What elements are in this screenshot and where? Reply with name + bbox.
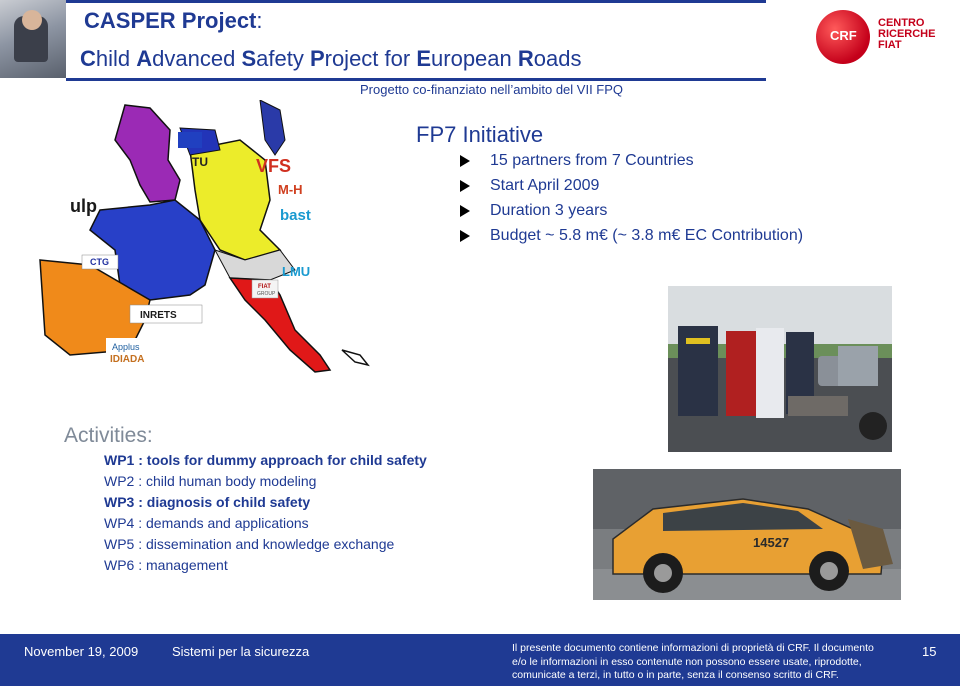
activities-list: WP1 : tools for dummy approach for child… bbox=[104, 450, 427, 576]
footer-date: November 19, 2009 bbox=[24, 644, 139, 659]
fp7-item: Duration 3 years bbox=[460, 202, 803, 227]
header-rule-top bbox=[66, 0, 766, 3]
logo-ctg: CTG bbox=[90, 257, 109, 267]
map-greece bbox=[341, 349, 370, 367]
bullet-arrow-icon bbox=[460, 155, 470, 167]
logo-mh: M-H bbox=[278, 182, 303, 197]
fp7-item: Budget ~ 5.8 m€ (~ 3.8 m€ EC Contributio… bbox=[460, 227, 803, 252]
map-italy bbox=[228, 277, 332, 373]
activity-item: WP3 : diagnosis of child safety bbox=[104, 494, 311, 510]
activity-item: WP5 : dissemination and knowledge exchan… bbox=[104, 536, 395, 552]
activities-title: Activities: bbox=[64, 424, 153, 447]
page-subtitle-acronym: Child Advanced Safety Project for Europe… bbox=[80, 46, 582, 71]
logo-inrets: INRETS bbox=[140, 310, 177, 321]
crf-emblem-icon: CRF bbox=[816, 10, 870, 64]
logo-fiat-group: GROUP bbox=[257, 291, 276, 297]
logo-ulp: ulp bbox=[70, 196, 97, 216]
fp7-list: 15 partners from 7 Countries Start April… bbox=[460, 152, 803, 252]
partner-map: TU VFS M-H bast LMU ulp FIAT GROUP CTG I… bbox=[39, 100, 370, 373]
funding-note: Progetto co-finanziato nell’ambito del V… bbox=[360, 82, 624, 97]
logo-bast: bast bbox=[280, 207, 311, 224]
logo-fiat: FIAT bbox=[258, 284, 271, 290]
logo-idiada: IDIADA bbox=[110, 354, 144, 365]
crash-test-car-photo: 14527 bbox=[593, 469, 901, 600]
logo-lmu: LMU bbox=[282, 264, 310, 279]
fp7-title: FP7 Initiative bbox=[416, 122, 544, 147]
page-number: 15 bbox=[922, 644, 937, 659]
map-uk bbox=[114, 104, 181, 203]
footer-confidentiality-note: Il presente documento contiene informazi… bbox=[512, 642, 874, 681]
logo-tu: TU bbox=[192, 155, 208, 169]
page-title: CASPER Project: bbox=[84, 8, 263, 33]
fp7-item: Start April 2009 bbox=[460, 177, 803, 202]
logo-applus: Applus bbox=[112, 342, 140, 352]
car-id-label: 14527 bbox=[753, 535, 789, 550]
fp7-item: 15 partners from 7 Countries bbox=[460, 152, 803, 177]
accident-scene-photo bbox=[668, 286, 892, 452]
logo-vfs: VFS bbox=[256, 156, 291, 176]
bullet-arrow-icon bbox=[460, 205, 470, 217]
map-sweden bbox=[259, 100, 286, 156]
crf-logo: CRF CENTRO RICERCHE FIAT bbox=[816, 8, 946, 68]
bullet-arrow-icon bbox=[460, 180, 470, 192]
activity-item: WP4 : demands and applications bbox=[104, 515, 309, 531]
header-photo bbox=[0, 0, 66, 78]
activity-item: WP6 : management bbox=[104, 557, 228, 573]
bullet-arrow-icon bbox=[460, 230, 470, 242]
activity-item: WP1 : tools for dummy approach for child… bbox=[104, 452, 427, 468]
footer-section: Sistemi per la sicurezza bbox=[172, 644, 310, 659]
header-rule bbox=[66, 78, 766, 81]
footer-bar: November 19, 2009 Sistemi per la sicurez… bbox=[0, 634, 960, 686]
activity-item: WP2 : child human body modeling bbox=[104, 473, 317, 489]
